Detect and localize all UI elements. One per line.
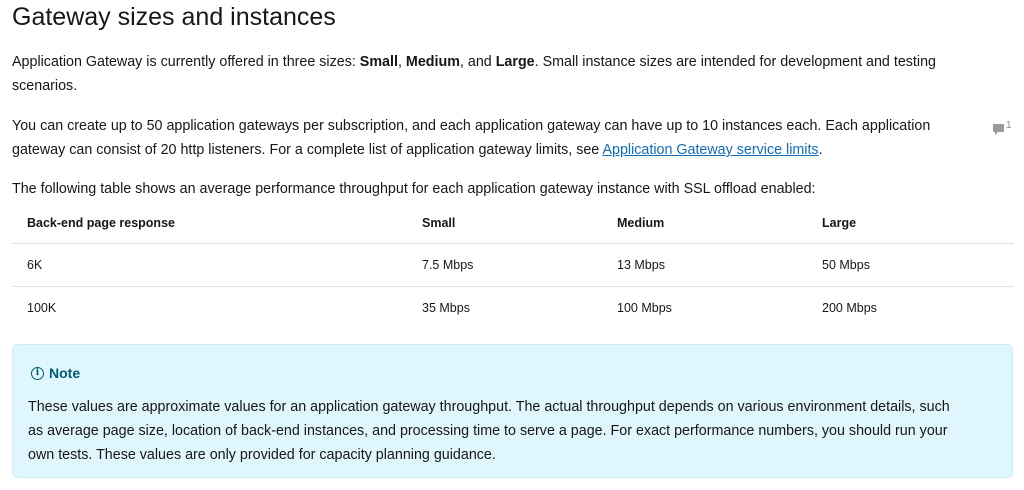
throughput-table: Back-end page response Small Medium Larg… xyxy=(12,203,1014,329)
size-medium: Medium xyxy=(405,54,460,70)
size-large: Large xyxy=(495,54,535,70)
table-cell: 35 Mbps xyxy=(422,301,470,315)
limits-paragraph: You can create up to 50 application gate… xyxy=(12,114,982,162)
note-callout: i Note These values are approximate valu… xyxy=(12,344,1013,478)
comment-count: 1 xyxy=(1006,120,1012,131)
intro-separator-1: , xyxy=(397,54,406,70)
note-body: These values are approximate values for … xyxy=(28,399,950,463)
intro-text-before: Application Gateway is currently offered… xyxy=(12,54,360,70)
intro-separator-2: , and xyxy=(459,54,496,70)
service-limits-link[interactable]: Application Gateway service limits xyxy=(602,142,818,158)
comment-icon xyxy=(993,124,1004,135)
note-title: Note xyxy=(49,365,81,381)
header-small: Small xyxy=(407,203,602,244)
header-page-response: Back-end page response xyxy=(12,203,407,244)
size-small: Small xyxy=(359,54,398,70)
table-row: 100K 35 Mbps 100 Mbps 200 Mbps xyxy=(12,287,1014,330)
table-cell: 200 Mbps xyxy=(822,301,877,315)
table-cell: 50 Mbps xyxy=(807,243,1014,287)
limits-text-after: . xyxy=(818,142,823,158)
header-medium: Medium xyxy=(602,203,807,244)
note-header: i Note xyxy=(31,365,80,381)
intro-paragraph: Application Gateway is currently offered… xyxy=(12,50,997,98)
table-cell: 100K xyxy=(27,301,57,315)
table-cell: 100 Mbps xyxy=(617,301,672,315)
page-title: Gateway sizes and instances xyxy=(12,3,336,31)
info-icon: i xyxy=(31,366,44,380)
comment-marker[interactable]: 1 xyxy=(993,120,1012,135)
table-cell: 6K xyxy=(12,243,407,287)
table-intro-paragraph: The following table shows an average per… xyxy=(12,181,816,197)
table-row: 6K 7.5 Mbps 13 Mbps 50 Mbps xyxy=(12,243,1014,287)
table-cell: 13 Mbps xyxy=(602,243,807,287)
table-cell: 7.5 Mbps xyxy=(407,243,602,287)
table-header-row: Back-end page response Small Medium Larg… xyxy=(12,203,1014,244)
header-large: Large xyxy=(807,203,1014,244)
